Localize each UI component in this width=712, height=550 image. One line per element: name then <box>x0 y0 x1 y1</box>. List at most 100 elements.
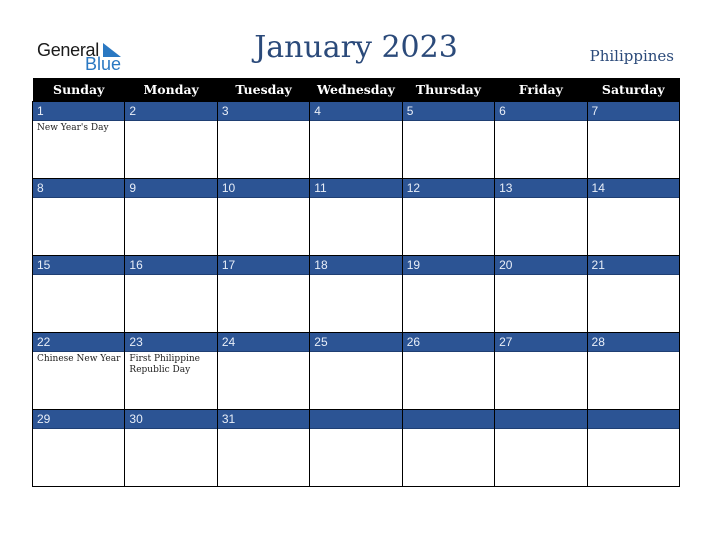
day-cell[interactable]: 15 <box>31 255 126 333</box>
weekday-header: Monday <box>124 78 218 102</box>
day-number: 14 <box>587 179 679 198</box>
weekday-header-row: Sunday Monday Tuesday Wednesday Thursday Frid… <box>32 78 680 102</box>
day-number: 3 <box>217 102 310 121</box>
day-number: 4 <box>310 102 402 121</box>
holiday-label <box>310 121 401 125</box>
day-cell[interactable]: 11 <box>309 178 403 256</box>
day-cell[interactable]: 6 <box>494 101 588 179</box>
weekday-header: Tuesday <box>217 78 310 102</box>
day-number: 12 <box>402 179 495 198</box>
holiday-label <box>310 352 401 356</box>
day-cell[interactable] <box>586 409 681 487</box>
holiday-label <box>588 429 679 433</box>
day-cell[interactable]: 31 <box>216 409 311 487</box>
day-number: 22 <box>33 333 125 352</box>
day-cell[interactable]: 9 <box>124 178 218 256</box>
week-row: 8 9 10 11 12 13 14 <box>31 178 681 256</box>
holiday-label <box>218 352 309 356</box>
weekday-header: Saturday <box>587 78 680 102</box>
day-cell[interactable]: 2 <box>124 101 218 179</box>
day-cell[interactable]: 26 <box>401 332 496 410</box>
day-cell[interactable]: 27 <box>494 332 588 410</box>
day-cell[interactable]: 1 New Year's Day <box>31 101 126 179</box>
day-cell[interactable]: 12 <box>401 178 496 256</box>
calendar-grid: Sunday Monday Tuesday Wednesday Thursday Frid… <box>31 78 681 487</box>
day-number: 2 <box>125 102 217 121</box>
day-cell[interactable]: 4 <box>309 101 403 179</box>
day-number: 17 <box>217 256 310 275</box>
day-number: 29 <box>33 410 125 429</box>
day-number: 19 <box>402 256 495 275</box>
holiday-label <box>125 198 216 202</box>
day-cell[interactable]: 17 <box>216 255 311 333</box>
week-row: 29 30 31 <box>31 409 681 487</box>
holiday-label <box>310 275 401 279</box>
day-number: 9 <box>125 179 217 198</box>
day-cell[interactable]: 24 <box>216 332 311 410</box>
day-cell[interactable]: 19 <box>401 255 496 333</box>
day-number <box>587 410 679 429</box>
day-number <box>310 410 402 429</box>
day-cell[interactable] <box>309 409 403 487</box>
day-number: 20 <box>495 256 587 275</box>
holiday-label <box>403 275 494 279</box>
day-cell[interactable]: 20 <box>494 255 588 333</box>
holiday-label <box>495 121 586 125</box>
holiday-label <box>218 429 309 433</box>
day-cell[interactable]: 23 First Philippine Republic Day <box>124 332 218 410</box>
day-cell[interactable]: 14 <box>586 178 681 256</box>
day-cell[interactable]: 28 <box>586 332 681 410</box>
day-cell[interactable]: 29 <box>31 409 126 487</box>
day-cell[interactable]: 25 <box>309 332 403 410</box>
day-cell[interactable] <box>401 409 496 487</box>
holiday-label <box>588 198 679 202</box>
holiday-label: Chinese New Year <box>37 354 121 364</box>
day-cell[interactable]: 30 <box>124 409 218 487</box>
holiday-label <box>218 121 309 125</box>
day-number: 11 <box>310 179 402 198</box>
day-cell[interactable]: 21 <box>586 255 681 333</box>
day-number: 23 <box>125 333 217 352</box>
holiday-label <box>403 429 494 433</box>
day-cell[interactable]: 5 <box>401 101 496 179</box>
holiday-label <box>495 429 586 433</box>
holiday-label <box>403 352 494 356</box>
day-number: 27 <box>495 333 587 352</box>
day-number: 24 <box>217 333 310 352</box>
holiday-label <box>588 275 679 279</box>
day-number: 31 <box>217 410 310 429</box>
day-number <box>495 410 587 429</box>
day-number: 5 <box>402 102 495 121</box>
holiday-label: First Philippine Republic Day <box>129 354 200 375</box>
day-cell[interactable] <box>494 409 588 487</box>
day-number: 8 <box>33 179 125 198</box>
weekday-header: Sunday <box>32 78 125 102</box>
holiday-label <box>33 198 124 202</box>
day-number <box>402 410 495 429</box>
day-number: 21 <box>587 256 679 275</box>
day-number: 10 <box>217 179 310 198</box>
week-row: 22 Chinese New Year 23 First Philippine Rep… <box>31 332 681 410</box>
holiday-label <box>403 121 494 125</box>
weekday-header: Wednesday <box>309 78 403 102</box>
holiday-label <box>588 352 679 356</box>
holiday-label <box>588 121 679 125</box>
day-cell[interactable]: 3 <box>216 101 311 179</box>
day-cell[interactable]: 16 <box>124 255 218 333</box>
holiday-label <box>310 429 401 433</box>
holiday-label <box>495 198 586 202</box>
day-number: 6 <box>495 102 587 121</box>
holiday-label <box>218 275 309 279</box>
holiday-label <box>495 275 586 279</box>
holiday-label <box>403 198 494 202</box>
day-cell[interactable]: 22 Chinese New Year <box>31 332 126 410</box>
day-cell[interactable]: 8 <box>31 178 126 256</box>
holiday-label <box>33 429 124 433</box>
day-number: 28 <box>587 333 679 352</box>
holiday-label <box>218 198 309 202</box>
day-cell[interactable]: 10 <box>216 178 311 256</box>
day-cell[interactable]: 18 <box>309 255 403 333</box>
day-cell[interactable]: 13 <box>494 178 588 256</box>
day-number: 13 <box>495 179 587 198</box>
day-cell[interactable]: 7 <box>586 101 681 179</box>
